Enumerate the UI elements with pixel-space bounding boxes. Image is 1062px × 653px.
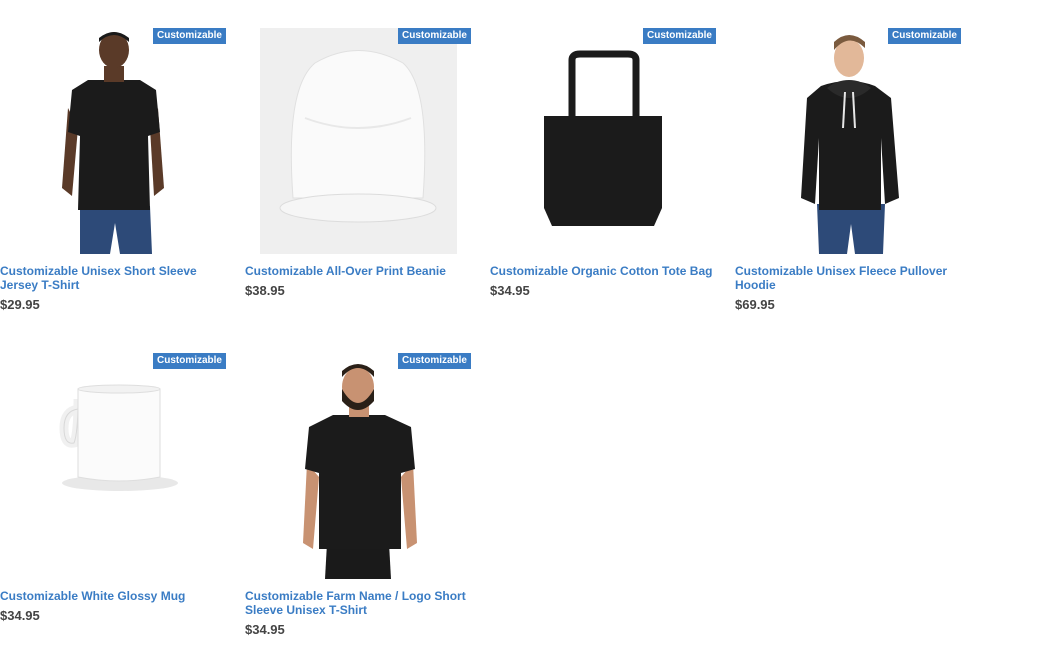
product-price: $34.95	[490, 283, 530, 298]
product-title-link[interactable]: Customizable Unisex Fleece Pullover Hood…	[735, 264, 963, 292]
product-card: Customizable Customizable Farm Name / Lo…	[245, 353, 475, 637]
product-card: Customizable Customizable All-Over Print…	[245, 28, 475, 298]
product-price: $69.95	[735, 297, 775, 312]
beanie-image	[260, 28, 457, 254]
customizable-badge: Customizable	[152, 353, 226, 369]
product-image-link[interactable]: Customizable	[0, 28, 230, 254]
product-title-link[interactable]: Customizable Farm Name / Logo Short Slee…	[245, 589, 473, 617]
product-card: Customizable Customizable Unisex Short S…	[0, 28, 230, 312]
man-tshirt-image	[62, 32, 164, 254]
product-price: $34.95	[245, 622, 285, 637]
product-title-link[interactable]: Customizable All-Over Print Beanie	[245, 264, 473, 278]
customizable-badge: Customizable	[397, 28, 471, 44]
product-price: $34.95	[0, 608, 40, 623]
product-card: Customizable Customizable White Glossy M…	[0, 353, 230, 623]
product-title-link[interactable]: Customizable White Glossy Mug	[0, 589, 228, 603]
customizable-badge: Customizable	[152, 28, 226, 44]
product-title-link[interactable]: Customizable Unisex Short Sleeve Jersey …	[0, 264, 228, 292]
product-image-link[interactable]: Customizable	[245, 353, 475, 579]
bearded-man-tshirt-image	[303, 364, 417, 579]
customizable-badge: Customizable	[887, 28, 961, 44]
product-image-link[interactable]: Customizable	[0, 353, 230, 579]
man-hoodie-image	[801, 35, 899, 254]
customizable-badge: Customizable	[397, 353, 471, 369]
product-title-link[interactable]: Customizable Organic Cotton Tote Bag	[490, 264, 718, 278]
mug-image	[59, 384, 178, 491]
customizable-badge: Customizable	[642, 28, 716, 44]
product-image-link[interactable]: Customizable	[245, 28, 475, 254]
product-image-link[interactable]: Customizable	[735, 28, 965, 254]
product-price: $38.95	[245, 283, 285, 298]
tote-bag-image	[544, 50, 662, 226]
product-card: Customizable Customizable Organic Cotton…	[490, 28, 720, 298]
product-price: $29.95	[0, 297, 40, 312]
product-card: Customizable Customizable Unisex Fleece …	[735, 28, 965, 312]
product-image-link[interactable]: Customizable	[490, 28, 720, 254]
